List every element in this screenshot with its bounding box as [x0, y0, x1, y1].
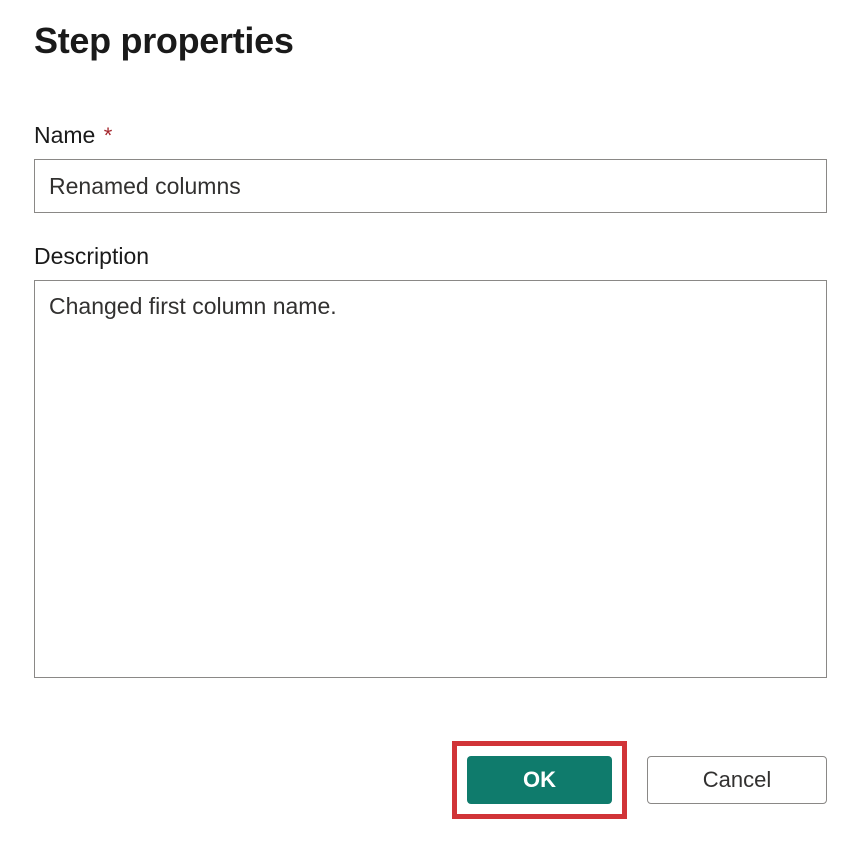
description-input[interactable]: Changed first column name.	[34, 280, 827, 678]
name-input[interactable]	[34, 159, 827, 213]
description-field-group: Description Changed first column name.	[34, 243, 827, 683]
name-field-group: Name *	[34, 122, 827, 213]
name-label: Name *	[34, 122, 827, 149]
required-asterisk-icon: *	[104, 123, 113, 148]
name-label-text: Name	[34, 122, 95, 148]
dialog-title: Step properties	[34, 20, 827, 62]
button-row: OK Cancel	[34, 741, 827, 819]
cancel-button[interactable]: Cancel	[647, 756, 827, 804]
ok-button-highlight: OK	[452, 741, 627, 819]
description-label: Description	[34, 243, 827, 270]
ok-button[interactable]: OK	[467, 756, 612, 804]
